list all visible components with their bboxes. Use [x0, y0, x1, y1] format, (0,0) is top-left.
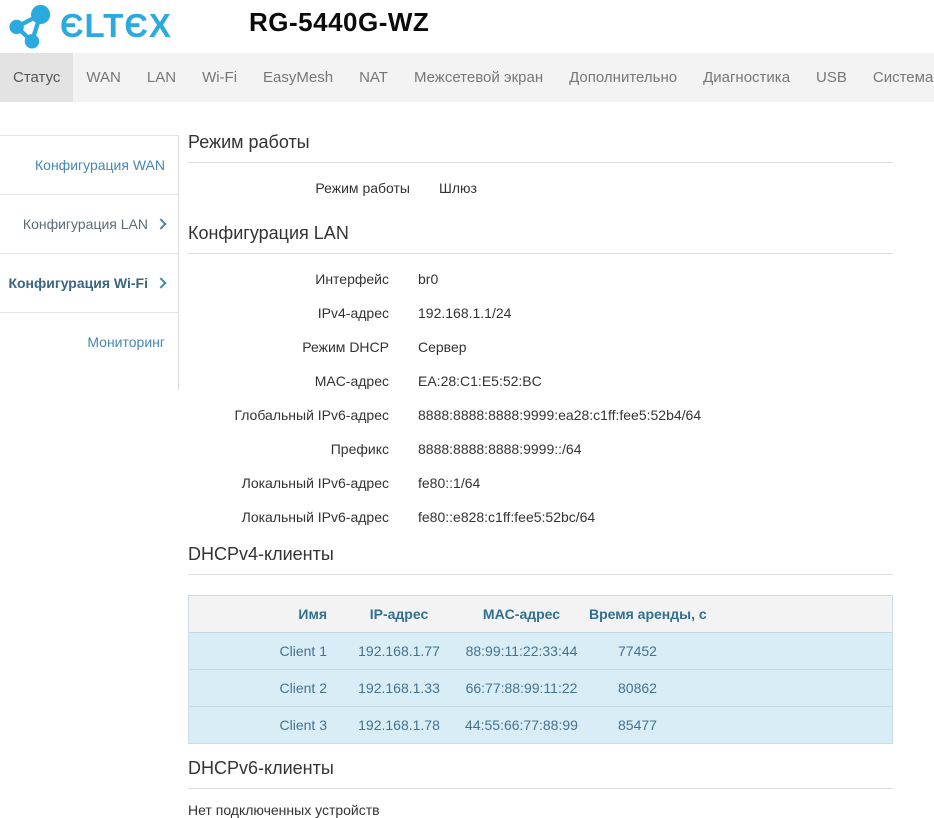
kv-row: MAC-адрес EA:28:C1:E5:52:BC: [188, 364, 893, 398]
chevron-right-icon: [155, 277, 167, 289]
client-ip: 192.168.1.77: [339, 632, 459, 669]
kv-label: Префикс: [330, 441, 389, 457]
kv-label: Интерфейс: [315, 271, 389, 287]
table-row: Client 1 192.168.1.77 88:99:11:22:33:44 …: [189, 632, 892, 669]
client-lease: 85477: [584, 706, 892, 743]
tab-wan[interactable]: WAN: [73, 53, 133, 102]
lan-rows: Интерфейс br0 IPv4-адрес 192.168.1.1/24 …: [188, 254, 893, 540]
kv-row: Локальный IPv6-адрес fe80::e828:c1ff:fee…: [188, 500, 893, 534]
sidebar-item-label: Мониторинг: [87, 334, 165, 350]
dhcpv6-empty-message: Нет подключенных устройств: [188, 802, 380, 818]
kv-value: fe80::e828:c1ff:fee5:52bc/64: [418, 509, 596, 525]
col-header-ip: IP-адрес: [339, 596, 459, 632]
sidebar-item-wifi-config[interactable]: Конфигурация Wi-Fi: [0, 253, 178, 312]
app-header: ЄLTЄX RG-5440G-WZ: [0, 0, 934, 53]
device-model-title: RG-5440G-WZ: [249, 7, 430, 37]
sidebar-item-label: Конфигурация LAN: [22, 216, 148, 232]
kv-value: 192.168.1.1/24: [418, 305, 512, 321]
kv-label: Локальный IPv6-адрес: [241, 475, 389, 491]
eltex-logo: ЄLTЄX: [8, 3, 172, 49]
table-header-row: Имя IP-адрес MAC-адрес Время аренды, с: [189, 596, 892, 632]
kv-label: Локальный IPv6-адрес: [241, 509, 389, 525]
section-title-lan: Конфигурация LAN: [188, 223, 893, 254]
client-ip: 192.168.1.33: [339, 669, 459, 706]
sidebar-item-label: Конфигурация Wi-Fi: [8, 275, 148, 291]
kv-value: br0: [418, 271, 439, 287]
kv-label: Режим работы: [315, 180, 410, 196]
tab-status[interactable]: Статус: [0, 53, 74, 102]
kv-label: IPv4-адрес: [317, 305, 389, 321]
client-name: Client 1: [189, 632, 339, 669]
client-mac: 66:77:88:99:11:22: [459, 669, 584, 706]
client-lease: 77452: [584, 632, 892, 669]
kv-value: Сервер: [418, 339, 467, 355]
kv-row: Локальный IPv6-адрес fe80::1/64: [188, 466, 893, 500]
table-row: Client 2 192.168.1.33 66:77:88:99:11:22 …: [189, 669, 892, 706]
dhcpv4-clients-table: Имя IP-адрес MAC-адрес Время аренды, с C…: [188, 595, 893, 744]
kv-row: IPv4-адрес 192.168.1.1/24: [188, 296, 893, 330]
sidebar-item-monitoring[interactable]: Мониторинг: [0, 312, 178, 371]
main-content: Режим работы Режим работы Шлюз Конфигура…: [179, 102, 934, 818]
tab-system[interactable]: Система: [860, 53, 934, 102]
logo-wordmark: ЄLTЄX: [60, 7, 172, 44]
tab-wifi[interactable]: Wi-Fi: [189, 53, 250, 102]
section-title-mode: Режим работы: [188, 132, 893, 163]
sidebar-menu: Конфигурация WAN Конфигурация LAN Конфиг…: [0, 135, 179, 390]
col-header-name: Имя: [189, 596, 339, 632]
kv-label: MAC-адрес: [314, 373, 389, 389]
client-lease: 80862: [584, 669, 892, 706]
tab-nat[interactable]: NAT: [346, 53, 401, 102]
tab-usb[interactable]: USB: [803, 53, 860, 102]
chevron-right-icon: [155, 218, 167, 230]
col-header-mac: MAC-адрес: [459, 596, 584, 632]
kv-value: EA:28:C1:E5:52:BC: [418, 373, 542, 389]
kv-value: 8888:8888:8888:9999:ea28:c1ff:fee5:52b4/…: [418, 407, 702, 423]
tab-easymesh[interactable]: EasyMesh: [250, 53, 346, 102]
kv-value: 8888:8888:8888:9999::/64: [418, 441, 582, 457]
section-title-dhcpv6: DHCPv6-клиенты: [188, 758, 893, 789]
kv-row: Глобальный IPv6-адрес 8888:8888:8888:999…: [188, 398, 893, 432]
client-mac: 44:55:66:77:88:99: [459, 706, 584, 743]
table-row: Client 3 192.168.1.78 44:55:66:77:88:99 …: [189, 706, 892, 743]
col-header-lease: Время аренды, с: [584, 596, 892, 632]
client-ip: 192.168.1.78: [339, 706, 459, 743]
status-sidebar: Конфигурация WAN Конфигурация LAN Конфиг…: [0, 102, 179, 818]
kv-value: Шлюз: [439, 180, 477, 196]
top-tabbar: Статус WAN LAN Wi-Fi EasyMesh NAT Межсет…: [0, 53, 934, 102]
tab-lan[interactable]: LAN: [134, 53, 189, 102]
client-name: Client 3: [189, 706, 339, 743]
tab-firewall[interactable]: Межсетевой экран: [401, 53, 556, 102]
tab-advanced[interactable]: Дополнительно: [556, 53, 690, 102]
sidebar-item-wan-config[interactable]: Конфигурация WAN: [0, 135, 178, 194]
tab-diagnostics[interactable]: Диагностика: [690, 53, 803, 102]
client-mac: 88:99:11:22:33:44: [459, 632, 584, 669]
kv-row: Режим работы Шлюз: [188, 171, 893, 205]
kv-row: Режим DHCP Сервер: [188, 330, 893, 364]
kv-label: Глобальный IPv6-адрес: [234, 407, 389, 423]
kv-row: Префикс 8888:8888:8888:9999::/64: [188, 432, 893, 466]
sidebar-item-label: Конфигурация WAN: [35, 157, 165, 173]
client-name: Client 2: [189, 669, 339, 706]
section-title-dhcpv4: DHCPv4-клиенты: [188, 544, 893, 575]
eltex-molecule-icon: [9, 4, 51, 49]
kv-label: Режим DHCP: [302, 339, 389, 355]
mode-rows: Режим работы Шлюз: [188, 163, 893, 211]
sidebar-item-lan-config[interactable]: Конфигурация LAN: [0, 194, 178, 253]
kv-row: Интерфейс br0: [188, 262, 893, 296]
kv-value: fe80::1/64: [418, 475, 481, 491]
